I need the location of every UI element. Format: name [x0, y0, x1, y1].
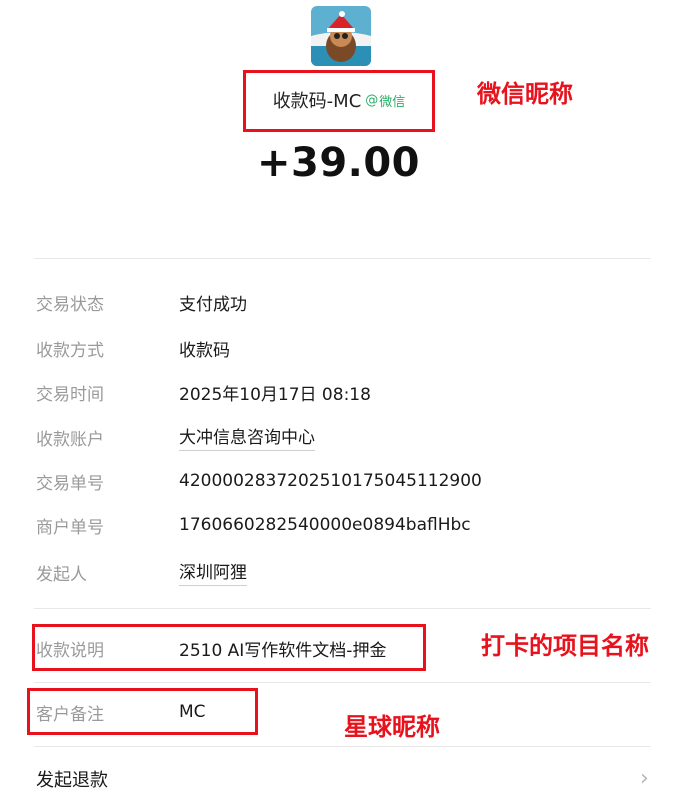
annotation-project-name: 打卡的项目名称	[481, 632, 649, 660]
detail-row-time: 交易时间 2025年10月17日 08:18	[36, 377, 371, 407]
highlight-box-merchant	[243, 70, 435, 132]
avatar[interactable]	[311, 6, 371, 66]
initiator-link[interactable]: 深圳阿狸	[179, 558, 247, 586]
divider	[34, 746, 651, 747]
detail-label: 收款账户	[36, 429, 104, 450]
detail-value: 1760660282540000e0894baflHbc	[179, 515, 471, 535]
refund-button[interactable]: 发起退款	[36, 764, 108, 794]
divider	[34, 682, 651, 683]
annotation-wechat-nickname: 微信昵称	[477, 80, 573, 108]
chevron-right-icon[interactable]: ›	[640, 766, 649, 791]
detail-value: 支付成功	[179, 294, 247, 315]
detail-value: 2025年10月17日 08:18	[179, 384, 371, 405]
divider	[34, 258, 651, 259]
detail-value: 收款码	[179, 340, 230, 361]
detail-row-merchant-order: 商户单号 1760660282540000e0894baflHbc	[36, 510, 471, 540]
detail-row-status: 交易状态 支付成功	[36, 287, 247, 317]
detail-label: 交易状态	[36, 294, 104, 315]
detail-row-transaction-id: 交易单号 4200002837202510175045112900	[36, 466, 482, 496]
detail-row-account[interactable]: 收款账户 大冲信息咨询中心	[36, 422, 315, 452]
detail-value: 4200002837202510175045112900	[179, 471, 482, 491]
refund-label: 发起退款	[36, 770, 108, 791]
highlight-box-customer-note	[27, 688, 258, 735]
divider	[34, 608, 651, 609]
detail-row-method: 收款方式 收款码	[36, 333, 230, 363]
annotation-planet-nickname: 星球昵称	[344, 713, 440, 741]
detail-label: 发起人	[36, 564, 87, 585]
highlight-box-remark	[32, 624, 426, 671]
payment-amount: +39.00	[256, 140, 421, 186]
detail-label: 交易时间	[36, 384, 104, 405]
detail-label: 交易单号	[36, 473, 104, 494]
detail-label: 收款方式	[36, 340, 104, 361]
account-link[interactable]: 大冲信息咨询中心	[179, 423, 315, 451]
detail-label: 商户单号	[36, 517, 104, 538]
detail-row-initiator[interactable]: 发起人 深圳阿狸	[36, 557, 247, 587]
